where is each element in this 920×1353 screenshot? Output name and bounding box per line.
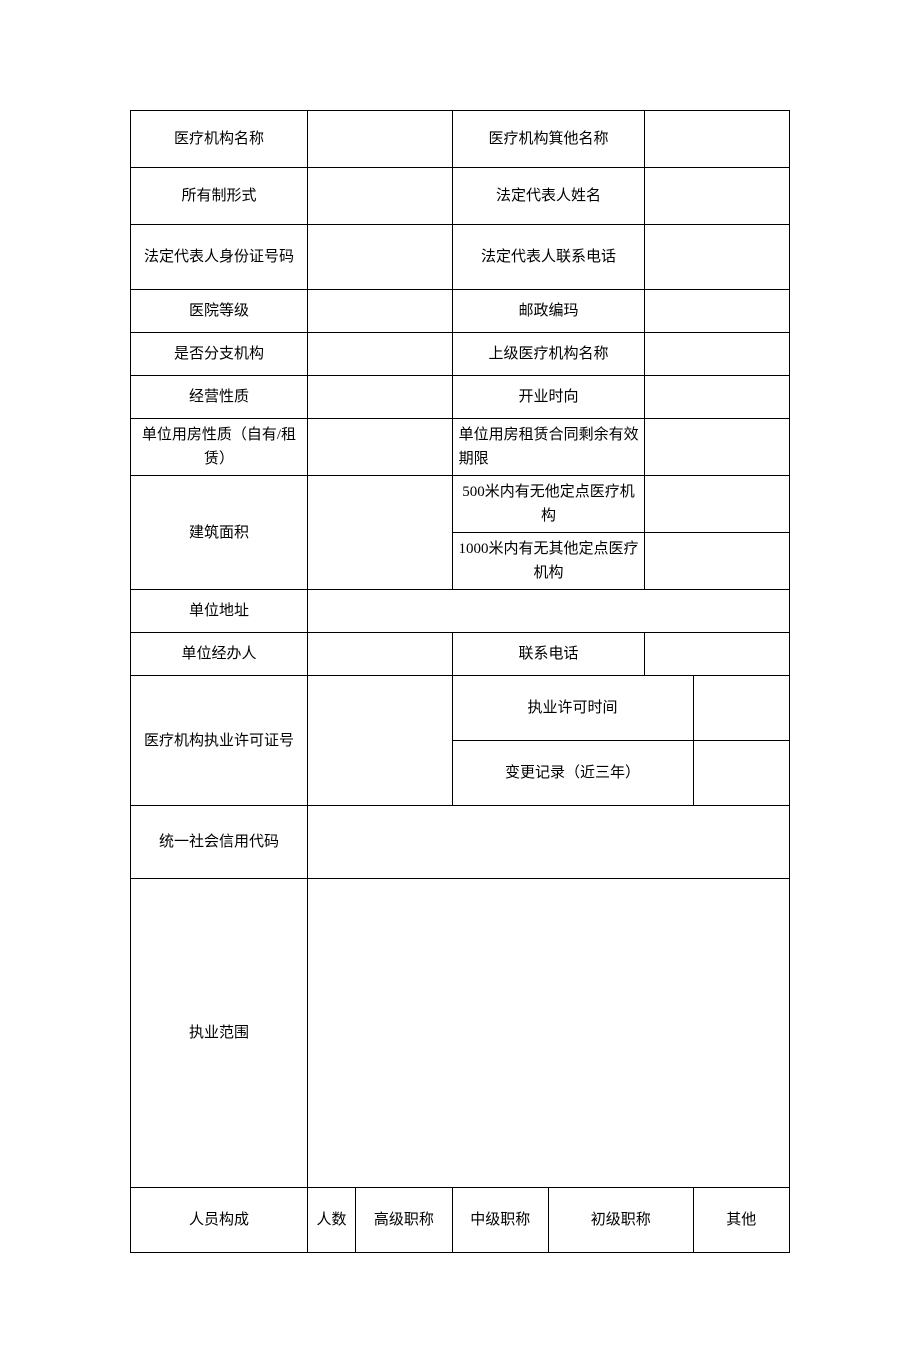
value-legal-rep-phone [645, 225, 790, 290]
value-license-time [693, 676, 789, 741]
value-change-record [693, 741, 789, 806]
value-operator [307, 633, 452, 676]
value-lease-remain [645, 419, 790, 476]
label-legal-rep-name: 法定代表人姓名 [452, 168, 645, 225]
label-1000m-nearby: 1000米内有无其他定点医疗机构 [452, 533, 645, 590]
label-open-time: 开业时向 [452, 376, 645, 419]
value-ownership [307, 168, 452, 225]
value-license-no [307, 676, 452, 806]
value-postal-code [645, 290, 790, 333]
value-org-other-name [645, 111, 790, 168]
label-practice-scope: 执业范围 [131, 879, 308, 1188]
value-legal-rep-name [645, 168, 790, 225]
label-lease-remain: 单位用房租赁合同剩余有效期限 [452, 419, 645, 476]
label-is-branch: 是否分支机构 [131, 333, 308, 376]
label-postal-code: 邮政编玛 [452, 290, 645, 333]
col-count: 人数 [307, 1188, 355, 1253]
value-practice-scope [307, 879, 789, 1188]
label-500m-nearby: 500米内有无他定点医疗机构 [452, 476, 645, 533]
col-junior: 初级职称 [548, 1188, 693, 1253]
label-house-nature: 单位用房性质（自有/租赁） [131, 419, 308, 476]
value-is-branch [307, 333, 452, 376]
label-ownership: 所有制形式 [131, 168, 308, 225]
label-license-no: 医疗机构执业许可证号 [131, 676, 308, 806]
label-org-name: 医疗机构名称 [131, 111, 308, 168]
form-table: 医疗机构名称 医疗机构箕他名称 所有制形式 法定代表人姓名 法定代表人身份证号码… [130, 110, 790, 1253]
value-org-name [307, 111, 452, 168]
value-parent-org [645, 333, 790, 376]
label-uscc: 统一社会信用代码 [131, 806, 308, 879]
value-500m-nearby [645, 476, 790, 533]
label-address: 单位地址 [131, 590, 308, 633]
label-business-nature: 经营性质 [131, 376, 308, 419]
value-address [307, 590, 789, 633]
value-contact-phone [645, 633, 790, 676]
value-house-nature [307, 419, 452, 476]
label-legal-rep-phone: 法定代表人联系电话 [452, 225, 645, 290]
value-1000m-nearby [645, 533, 790, 590]
label-operator: 单位经办人 [131, 633, 308, 676]
label-building-area: 建筑面积 [131, 476, 308, 590]
label-change-record: 变更记录（近三年） [452, 741, 693, 806]
value-legal-rep-id [307, 225, 452, 290]
label-legal-rep-id: 法定代表人身份证号码 [131, 225, 308, 290]
value-open-time [645, 376, 790, 419]
label-hospital-grade: 医院等级 [131, 290, 308, 333]
value-business-nature [307, 376, 452, 419]
label-contact-phone: 联系电话 [452, 633, 645, 676]
value-hospital-grade [307, 290, 452, 333]
value-building-area [307, 476, 452, 590]
value-uscc [307, 806, 789, 879]
label-staff-composition: 人员构成 [131, 1188, 308, 1253]
col-other: 其他 [693, 1188, 789, 1253]
label-org-other-name: 医疗机构箕他名称 [452, 111, 645, 168]
col-middle: 中级职称 [452, 1188, 548, 1253]
col-senior: 高级职称 [356, 1188, 452, 1253]
label-license-time: 执业许可时间 [452, 676, 693, 741]
label-parent-org: 上级医疗机构名称 [452, 333, 645, 376]
